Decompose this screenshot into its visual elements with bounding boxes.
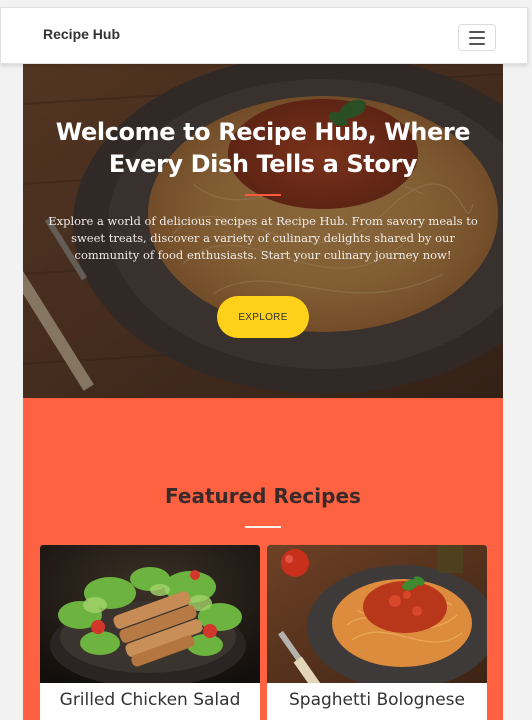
main-content: Welcome to Recipe Hub, Where Every Dish … (23, 64, 503, 720)
recipe-card-spaghetti-bolognese[interactable]: Spaghetti Bolognese (267, 545, 487, 720)
spaghetti-bolognese-image (267, 545, 487, 683)
menu-toggle-button[interactable] (458, 24, 496, 51)
grilled-chicken-salad-image (40, 545, 260, 683)
featured-title: Featured Recipes (165, 484, 361, 508)
navbar: Recipe Hub (0, 7, 528, 64)
hamburger-menu-icon (469, 30, 485, 33)
recipe-card-title: Grilled Chicken Salad (59, 690, 241, 710)
brand-link[interactable]: Recipe Hub (43, 26, 120, 42)
recipe-card-grilled-chicken-salad[interactable]: Grilled Chicken Salad (40, 545, 260, 720)
hamburger-menu-icon-line (469, 36, 485, 39)
featured-divider (245, 526, 281, 528)
hamburger-menu-icon-line (469, 42, 485, 45)
recipe-card-title: Spaghetti Bolognese (288, 690, 465, 710)
hero-title: Welcome to Recipe Hub, Where Every Dish … (55, 118, 471, 178)
hero-description: Explore a world of delicious recipes at … (48, 214, 478, 262)
featured-recipes-section: Featured Recipes Grilled Chicken Salad S… (23, 398, 503, 720)
explore-button[interactable]: EXPLORE (217, 296, 309, 338)
hero-divider (245, 194, 281, 196)
hero-section: Welcome to Recipe Hub, Where Every Dish … (23, 64, 503, 398)
